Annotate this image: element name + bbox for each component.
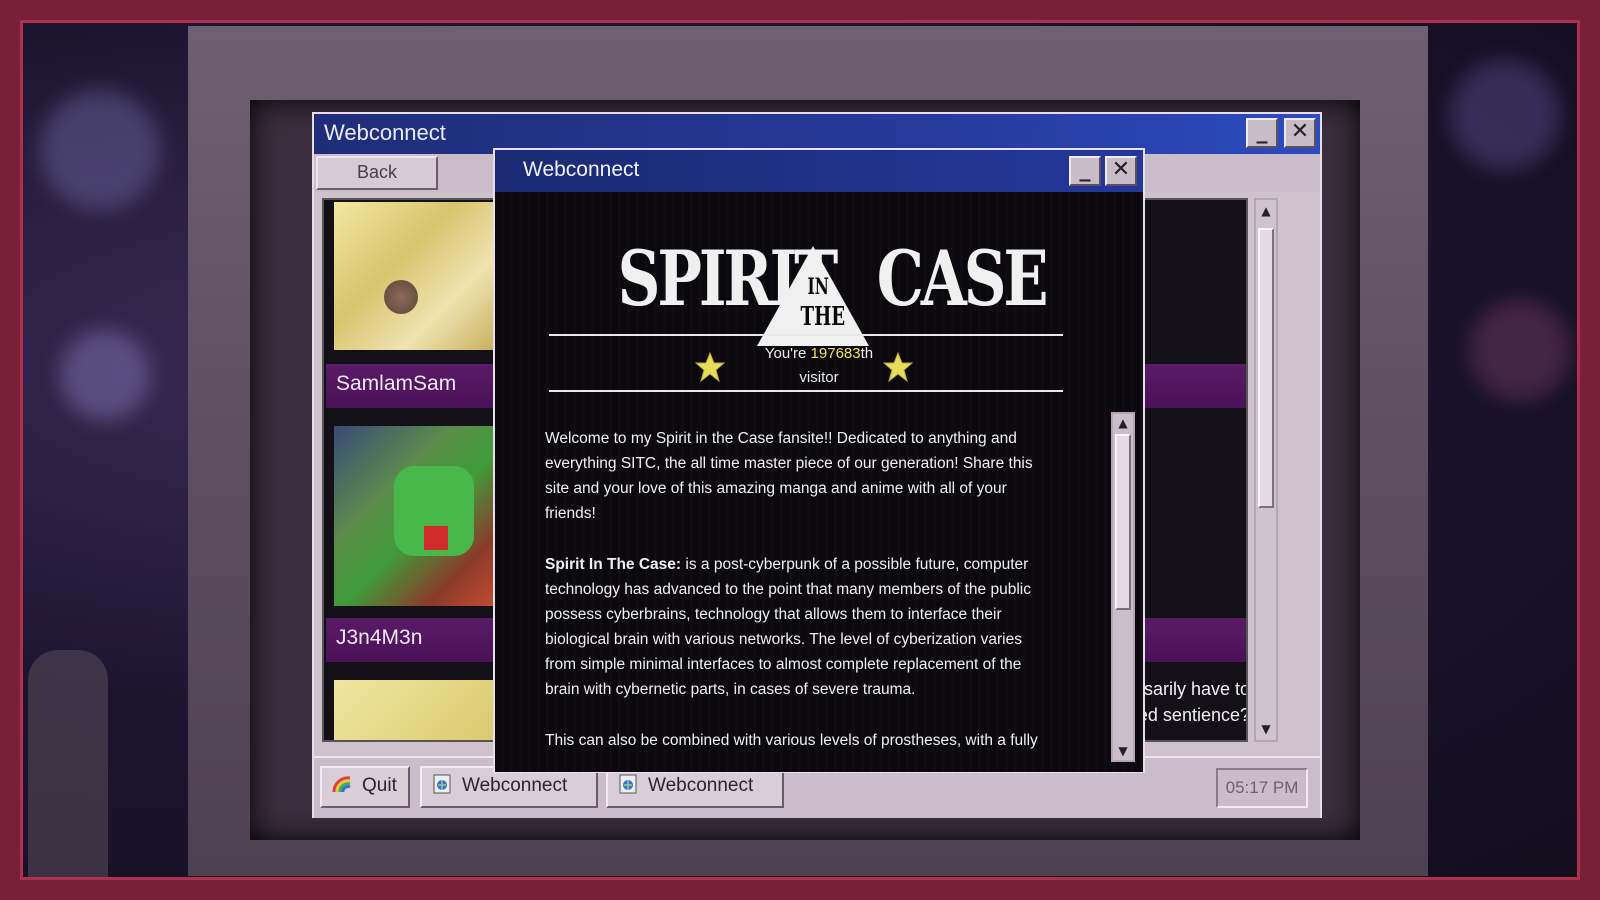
description-text: is a post-cyberpunk of a possible future… xyxy=(545,556,1031,698)
fansite-page[interactable]: SPIRIT IN THE CASE You're 197683th visit… xyxy=(495,192,1143,772)
star-icon xyxy=(883,352,913,382)
scroll-up-arrow-icon[interactable]: ▲ xyxy=(1258,202,1274,220)
rainbow-icon xyxy=(332,776,351,793)
quit-label: Quit xyxy=(362,775,397,796)
counter-suffix: th xyxy=(860,345,874,362)
scroll-up-arrow-icon[interactable]: ▲ xyxy=(1115,414,1131,432)
background-bokeh xyxy=(1470,300,1570,400)
logo-word-in: IN xyxy=(807,274,829,300)
visitor-counter: You're 197683th visitor xyxy=(495,342,1143,390)
intro-paragraph: Welcome to my Spirit in the Case fansite… xyxy=(545,430,1033,522)
description-heading: Spirit In The Case: xyxy=(545,556,682,573)
popup-minimize-button[interactable]: _ xyxy=(1069,156,1101,186)
taskbar-clock: 05:17 PM xyxy=(1216,768,1308,808)
popup-scrollbar[interactable]: ▲ ▼ xyxy=(1111,412,1135,762)
feed-scrollbar[interactable]: ▲ ▼ xyxy=(1254,198,1278,742)
counter-prefix: You're xyxy=(764,345,811,362)
popup-titlebar[interactable]: Webconnect _ ✕ xyxy=(495,150,1143,192)
logo-word-the: THE xyxy=(800,302,846,332)
username: J3n4M3n xyxy=(336,626,423,649)
desk-object xyxy=(28,650,108,880)
divider xyxy=(549,390,1063,392)
continued-paragraph: This can also be combined with various l… xyxy=(545,732,1038,749)
task-label: Webconnect xyxy=(648,775,754,796)
scroll-thumb[interactable] xyxy=(1115,434,1131,610)
quit-button[interactable]: Quit xyxy=(320,766,410,808)
fansite-article: Welcome to my Spirit in the Case fansite… xyxy=(545,426,1055,772)
visitor-count: 197683 xyxy=(810,345,861,362)
globe-icon xyxy=(433,774,451,794)
divider xyxy=(549,334,1063,336)
post-thumbnail[interactable] xyxy=(334,426,494,606)
close-button[interactable]: ✕ xyxy=(1284,118,1316,148)
globe-icon xyxy=(619,774,637,794)
task-label: Webconnect xyxy=(462,775,568,796)
fansite-popup-window: Webconnect _ ✕ SPIRIT IN THE CASE You're… xyxy=(493,148,1145,773)
scroll-down-arrow-icon[interactable]: ▼ xyxy=(1258,720,1274,738)
counter-visitor-label: visitor xyxy=(799,369,839,386)
logo-word-case: CASE xyxy=(876,234,1049,323)
minimize-button[interactable]: _ xyxy=(1246,118,1278,148)
window-title: Webconnect xyxy=(324,120,446,145)
background-bokeh xyxy=(40,90,160,210)
popup-close-button[interactable]: ✕ xyxy=(1105,156,1137,186)
description-paragraph: Spirit In The Case: is a post-cyberpunk … xyxy=(545,552,1055,702)
username: SamlamSam xyxy=(336,372,457,395)
spirit-in-the-case-logo: SPIRIT IN THE CASE xyxy=(495,216,1143,346)
popup-title: Webconnect xyxy=(523,158,640,181)
background-bokeh xyxy=(60,330,150,420)
scroll-thumb[interactable] xyxy=(1258,228,1274,508)
background-bokeh xyxy=(1450,60,1560,170)
post-thumbnail[interactable] xyxy=(334,680,494,740)
post-thumbnail[interactable] xyxy=(334,202,494,350)
back-button[interactable]: Back xyxy=(316,156,438,190)
scroll-down-arrow-icon[interactable]: ▼ xyxy=(1115,742,1131,760)
